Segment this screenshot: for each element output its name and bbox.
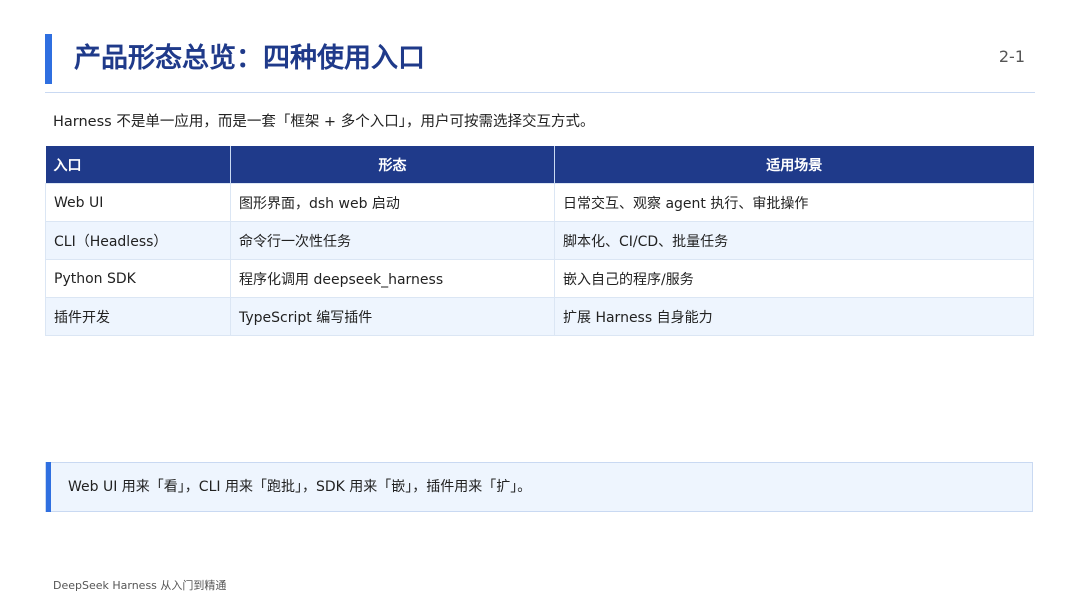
column-header-entry: 入口 [45,146,231,184]
summary-callout: Web UI 用来「看」，CLI 用来「跑批」，SDK 用来「嵌」，插件用来「扩… [45,462,1033,512]
table-cell: 脚本化、CI/CD、批量任务 [554,221,1034,260]
table-cell: 图形界面，dsh web 启动 [230,183,555,222]
table-row: 插件开发 TypeScript 编写插件 扩展 Harness 自身能力 [45,297,1034,336]
table-cell: Web UI [45,183,231,222]
table-cell: 程序化调用 deepseek_harness [230,259,555,298]
table-cell: 扩展 Harness 自身能力 [554,297,1034,336]
table-row: CLI（Headless） 命令行一次性任务 脚本化、CI/CD、批量任务 [45,221,1034,260]
title-divider [45,92,1035,93]
callout-text: Web UI 用来「看」，CLI 用来「跑批」，SDK 用来「嵌」，插件用来「扩… [68,479,532,495]
column-header-scenario: 适用场景 [554,146,1034,184]
table-cell: 嵌入自己的程序/服务 [554,259,1034,298]
intro-text: Harness 不是单一应用，而是一套「框架 + 多个入口」，用户可按需选择交互… [53,114,595,130]
table-cell: 插件开发 [45,297,231,336]
callout-accent-bar [46,462,51,512]
table-row: Python SDK 程序化调用 deepseek_harness 嵌入自己的程… [45,259,1034,298]
table-cell: CLI（Headless） [45,221,231,260]
table-cell: TypeScript 编写插件 [230,297,555,336]
title-accent-bar [45,34,52,84]
page-title: 产品形态总览：四种使用入口 [74,43,425,74]
table-cell: Python SDK [45,259,231,298]
footer-text: DeepSeek Harness 从入门到精通 [53,579,227,592]
column-header-form: 形态 [230,146,555,184]
entry-table: 入口 形态 适用场景 Web UI 图形界面，dsh web 启动 日常交互、观… [45,146,1034,336]
table-cell: 命令行一次性任务 [230,221,555,260]
table-header-row: 入口 形态 适用场景 [45,146,1034,184]
table-cell: 日常交互、观察 agent 执行、审批操作 [554,183,1034,222]
table-row: Web UI 图形界面，dsh web 启动 日常交互、观察 agent 执行、… [45,183,1034,222]
page-number: 2-1 [998,47,1025,66]
